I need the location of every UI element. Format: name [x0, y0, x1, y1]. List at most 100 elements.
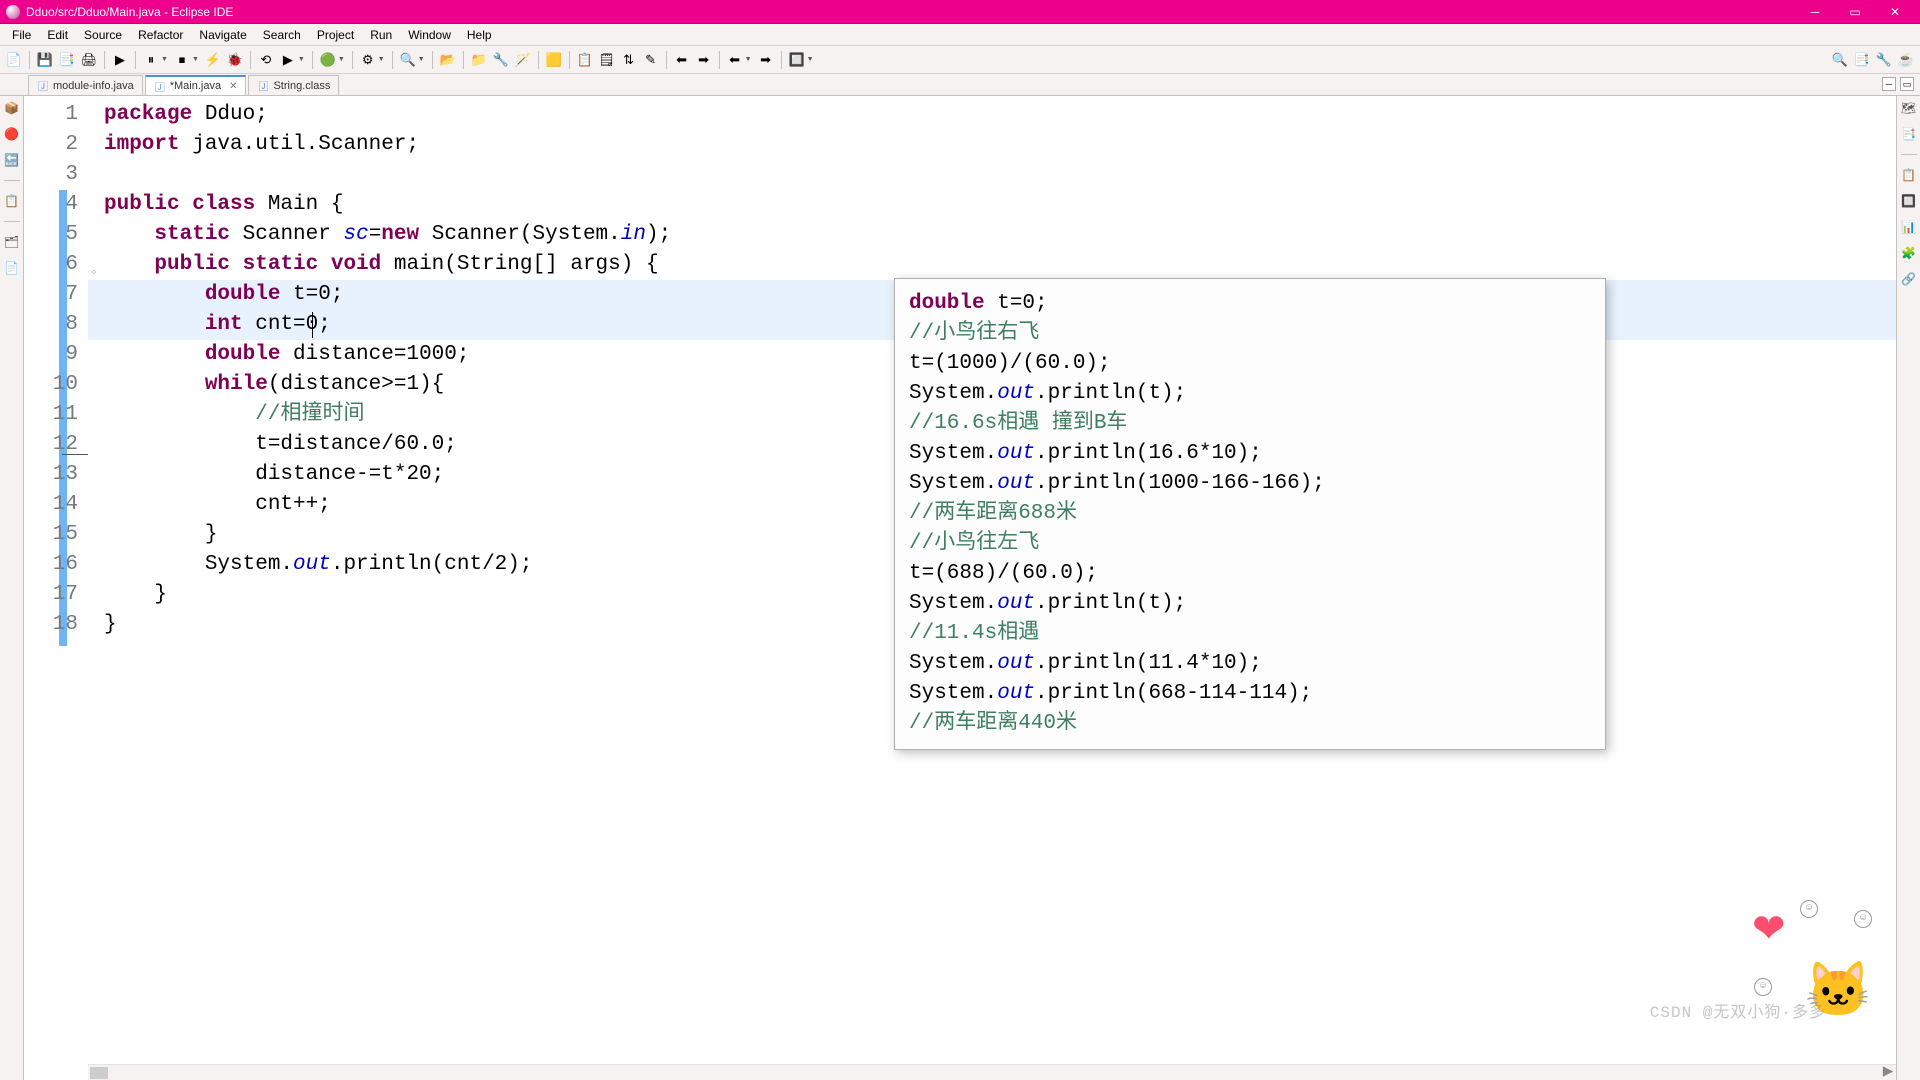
toolbar-button-19[interactable]: 📋 [575, 50, 595, 70]
scroll-thumb[interactable] [90, 1067, 108, 1079]
tab-label: String.class [273, 80, 330, 92]
code-content[interactable]: package Dduo;import java.util.Scanner; pu… [104, 100, 671, 640]
right-trim-icon-5[interactable]: 🧩 [1901, 245, 1917, 261]
toolbar-button-9[interactable]: ⟲ [256, 50, 276, 70]
right-trim-icon-3[interactable]: 🔲 [1901, 193, 1917, 209]
toolbar-right-1[interactable]: 📑 [1852, 50, 1872, 70]
editor-tab-2[interactable]: 🄹String.class [248, 75, 339, 95]
code-line[interactable]: } [104, 520, 671, 550]
toolbar-button-14[interactable]: 📂 [438, 50, 458, 70]
toolbar-button-2[interactable]: 📑 [57, 50, 77, 70]
toolbar-button-8[interactable]: 🐞 [225, 50, 245, 70]
code-line[interactable]: t=distance/60.0; [104, 430, 671, 460]
scroll-right-icon[interactable]: ▸ [1880, 1058, 1896, 1080]
menu-navigate[interactable]: Navigate [191, 26, 254, 44]
right-trim-icon-6[interactable]: 🔗 [1901, 271, 1917, 287]
toolbar-button-25[interactable]: ⬅ [725, 50, 745, 70]
code-line[interactable]: //相撞时间 [104, 400, 671, 430]
close-button[interactable]: ✕ [1876, 2, 1914, 22]
left-trim-icon-5[interactable]: 📄 [4, 260, 20, 276]
toolbar-button-21[interactable]: ⇅ [619, 50, 639, 70]
code-line[interactable]: } [104, 610, 671, 640]
code-line[interactable]: double t=0; [104, 280, 671, 310]
toolbar-button-11[interactable]: 🟢 [318, 50, 338, 70]
left-trim-icon-1[interactable]: 🔴 [4, 126, 20, 142]
toolbar-button-5[interactable]: ⏸ [141, 50, 161, 70]
hover-line: System.out.println(t); [909, 589, 1591, 619]
toolbar-button-12[interactable]: ⚙ [358, 50, 378, 70]
menu-help[interactable]: Help [459, 26, 500, 44]
toolbar-button-10[interactable]: ▶ [278, 50, 298, 70]
code-line[interactable]: } [104, 580, 671, 610]
maximize-view-button[interactable]: ▭ [1900, 77, 1914, 91]
code-line[interactable] [104, 160, 671, 190]
toolbar-button-27[interactable]: 🔲 [787, 50, 807, 70]
editor-tab-0[interactable]: 🄹module-info.java [28, 75, 143, 95]
code-editor[interactable]: 123456789101112131415161718 ◦ package Dd… [24, 96, 1896, 1080]
toolbar-button-6[interactable]: ⏹ [172, 50, 192, 70]
left-trim-icon-0[interactable]: 📦 [4, 100, 20, 116]
code-line[interactable]: int cnt=0; [104, 310, 671, 340]
line-number: 18 [24, 610, 78, 640]
toolbar-button-23[interactable]: ⬅ [672, 50, 692, 70]
code-line[interactable]: public static void main(String[] args) { [104, 250, 671, 280]
editor-tab-1[interactable]: 🄹 *Main.java ✕ [145, 75, 247, 95]
toolbar-button-22[interactable]: ✎ [641, 50, 661, 70]
left-trim-icon-3[interactable]: 📋 [4, 193, 20, 209]
maximize-button[interactable]: ▭ [1836, 2, 1874, 22]
line-number: 4 [24, 190, 78, 220]
left-trim-icon-4[interactable]: 🗂 [4, 234, 20, 250]
toolbar-button-3[interactable]: 🖨 [79, 50, 99, 70]
code-line[interactable]: public class Main { [104, 190, 671, 220]
toolbar-right-0[interactable]: 🔍 [1830, 50, 1850, 70]
editor-tab-row: 🄹module-info.java 🄹 *Main.java ✕ 🄹String.cla… [0, 74, 1920, 96]
right-trim-icon-1[interactable]: 📑 [1901, 126, 1917, 142]
toolbar-button-15[interactable]: 📁 [469, 50, 489, 70]
code-line[interactable]: static Scanner sc=new Scanner(System.in)… [104, 220, 671, 250]
toolbar-button-16[interactable]: 🔧 [491, 50, 511, 70]
menu-search[interactable]: Search [255, 26, 309, 44]
code-line[interactable]: while(distance>=1){ [104, 370, 671, 400]
line-number: 3 [24, 160, 78, 190]
toolbar-button-20[interactable]: 🗒 [597, 50, 617, 70]
toolbar-button-4[interactable]: ▶ [110, 50, 130, 70]
menu-run[interactable]: Run [362, 26, 400, 44]
watermark-text: CSDN @无双小狗·多多 [1650, 998, 1826, 1028]
right-trim-icon-2[interactable]: 📋 [1901, 167, 1917, 183]
menu-file[interactable]: File [4, 26, 39, 44]
toolbar-right-2[interactable]: 🔧 [1874, 50, 1894, 70]
menu-window[interactable]: Window [400, 26, 459, 44]
menu-project[interactable]: Project [309, 26, 362, 44]
tab-label: *Main.java [170, 80, 221, 92]
menu-source[interactable]: Source [76, 26, 130, 44]
menu-edit[interactable]: Edit [39, 26, 76, 44]
line-number: 14 [24, 490, 78, 520]
java-file-icon: 🄹 [154, 80, 166, 92]
toolbar-button-18[interactable]: 🟨 [544, 50, 564, 70]
minimize-view-button[interactable]: ─ [1882, 77, 1896, 91]
menu-refactor[interactable]: Refactor [130, 26, 191, 44]
code-line[interactable]: package Dduo; [104, 100, 671, 130]
toolbar-button-24[interactable]: ➡ [694, 50, 714, 70]
toolbar-button-7[interactable]: ⚡ [203, 50, 223, 70]
code-line[interactable]: distance-=t*20; [104, 460, 671, 490]
mascot-overlay: ☺ ☺ ☺ ❤ 🐱 [1752, 900, 1872, 1010]
minimize-button[interactable]: ─ [1796, 2, 1834, 22]
toolbar-button-13[interactable]: 🔍 [398, 50, 418, 70]
toolbar-button-26[interactable]: ➡ [756, 50, 776, 70]
toolbar-button-1[interactable]: 💾 [35, 50, 55, 70]
code-line[interactable]: System.out.println(cnt/2); [104, 550, 671, 580]
toolbar-button-17[interactable]: 🪄 [513, 50, 533, 70]
horizontal-scrollbar[interactable]: ▸ [88, 1064, 1896, 1080]
toolbar-button-0[interactable]: 📄 [4, 50, 24, 70]
code-line[interactable]: double distance=1000; [104, 340, 671, 370]
code-line[interactable]: import java.util.Scanner; [104, 130, 671, 160]
toolbar-right-3[interactable]: ☕ [1896, 50, 1916, 70]
left-trim-icon-2[interactable]: 🔙 [4, 152, 20, 168]
line-number: 10 [24, 370, 78, 400]
right-trim-icon-0[interactable]: 🗺 [1901, 100, 1917, 116]
hover-line: //两车距离688米 [909, 499, 1591, 529]
close-tab-icon[interactable]: ✕ [229, 81, 237, 92]
code-line[interactable]: cnt++; [104, 490, 671, 520]
right-trim-icon-4[interactable]: 📊 [1901, 219, 1917, 235]
